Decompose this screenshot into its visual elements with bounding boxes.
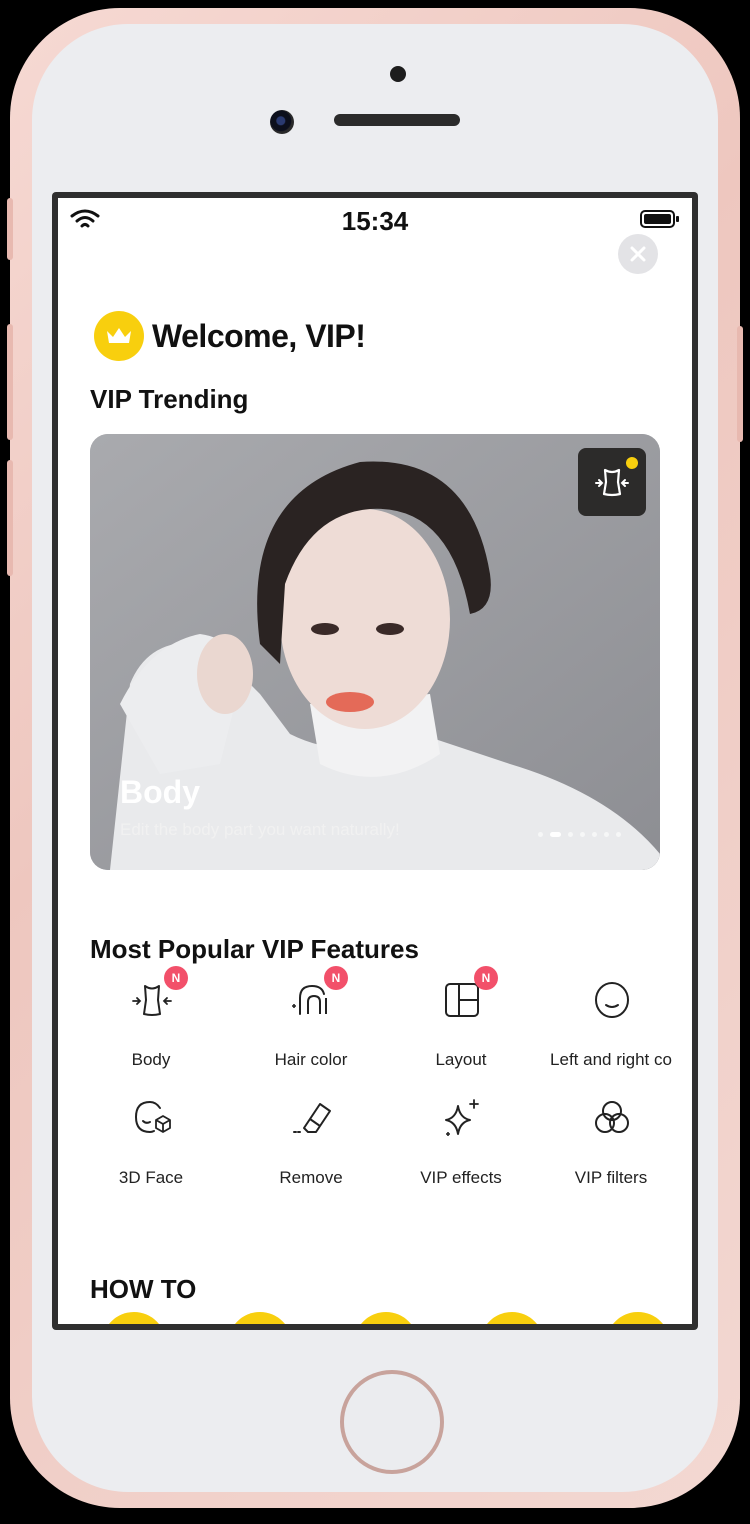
carousel-dot[interactable] <box>568 832 573 837</box>
banner-title: Body <box>120 774 200 810</box>
feature-label: Left and right co <box>550 1050 672 1069</box>
feature-left-right[interactable]: Left and right co <box>536 978 686 1088</box>
status-time: 15:34 <box>341 206 409 236</box>
phone-screen: 15:34 Welcome, VIP! VIP Trending Body Ed… <box>52 192 698 1330</box>
new-badge: N <box>324 966 348 990</box>
feature-vip-effects[interactable]: VIP effects <box>386 1096 536 1206</box>
feature-hair-color[interactable]: N Hair color <box>236 966 386 1088</box>
mute-switch <box>7 198 13 260</box>
proximity-sensor <box>390 66 406 82</box>
carousel-page-indicator[interactable] <box>538 832 628 837</box>
3d-face-icon <box>134 1100 171 1134</box>
howto-section-title: HOW TO <box>90 1274 197 1304</box>
close-button[interactable] <box>618 234 658 274</box>
eraser-icon <box>293 1103 331 1133</box>
popular-section-title: Most Popular VIP Features <box>90 934 419 964</box>
howto-thumbnail[interactable] <box>354 1312 418 1324</box>
face-outline-icon <box>595 982 629 1018</box>
feature-body[interactable]: N Body <box>76 966 226 1088</box>
feature-label: Body <box>131 1050 171 1069</box>
battery-icon <box>640 210 679 228</box>
sparkles-icon <box>445 1099 479 1136</box>
carousel-dot[interactable] <box>616 832 621 837</box>
home-button[interactable] <box>340 1370 444 1474</box>
close-icon <box>630 246 646 262</box>
volume-up-button <box>7 324 13 440</box>
trending-banner[interactable]: Body Edit the body part you want natural… <box>90 434 660 870</box>
page-title: Welcome, VIP! <box>152 317 366 354</box>
howto-thumbnail[interactable] <box>480 1312 544 1324</box>
status-bar: 15:34 <box>58 198 692 240</box>
filters-icon <box>595 1101 629 1133</box>
front-camera <box>270 110 294 134</box>
howto-thumbnail[interactable] <box>102 1312 166 1324</box>
carousel-dot[interactable] <box>538 832 543 837</box>
feature-label: Hair color <box>274 1050 348 1069</box>
volume-down-button <box>7 460 13 576</box>
banner-subtitle: Edit the body part you want naturally! <box>120 820 400 839</box>
feature-label: 3D Face <box>118 1168 184 1187</box>
new-badge: N <box>164 966 188 990</box>
feature-label: Remove <box>279 1168 343 1187</box>
feature-vip-filters[interactable]: VIP filters <box>536 1096 686 1206</box>
welcome-header: Welcome, VIP! <box>94 310 366 362</box>
carousel-dot[interactable] <box>580 832 585 837</box>
carousel-dot[interactable] <box>592 832 597 837</box>
howto-thumbnail[interactable] <box>606 1312 670 1324</box>
feature-remove[interactable]: Remove <box>236 1096 386 1206</box>
howto-thumbnail[interactable] <box>228 1312 292 1324</box>
body-feature-icon <box>578 448 646 516</box>
app-screen: 15:34 Welcome, VIP! VIP Trending Body Ed… <box>58 198 692 1324</box>
feature-label: VIP filters <box>574 1168 648 1187</box>
crown-icon <box>94 311 144 361</box>
feature-layout[interactable]: N Layout <box>386 966 536 1088</box>
carousel-dot[interactable] <box>550 832 561 837</box>
carousel-dot[interactable] <box>604 832 609 837</box>
feature-label: Layout <box>435 1050 487 1069</box>
vip-crown-icon <box>626 457 638 469</box>
feature-label: VIP effects <box>420 1168 502 1187</box>
trending-section-title: VIP Trending <box>90 384 249 414</box>
earpiece-speaker <box>334 114 460 126</box>
power-button <box>737 326 743 442</box>
new-badge: N <box>474 966 498 990</box>
feature-3d-face[interactable]: 3D Face <box>76 1096 226 1206</box>
